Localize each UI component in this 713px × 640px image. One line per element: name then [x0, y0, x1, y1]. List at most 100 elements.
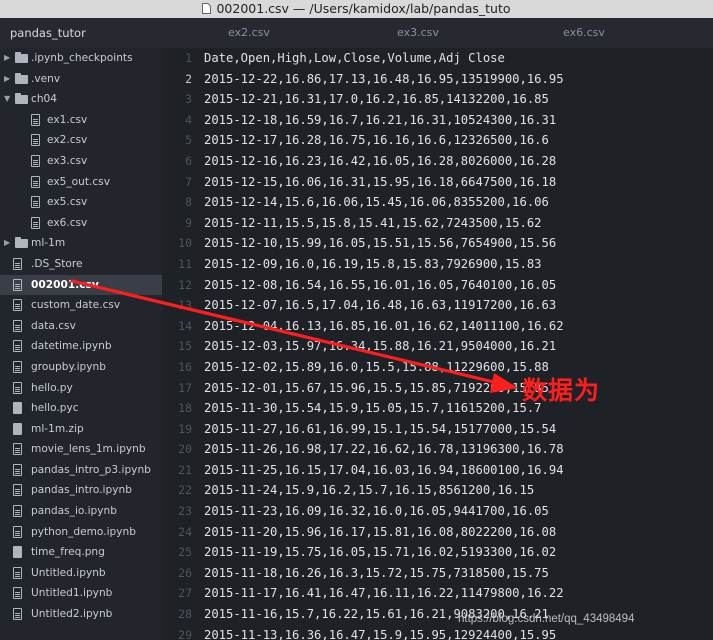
tab-ex6-csv[interactable]: ex6.csv	[563, 18, 605, 48]
sidebar-item-untitled-ipynb[interactable]: Untitled.ipynb	[0, 563, 162, 584]
code-line[interactable]: 2015-12-07,16.5,17.04,16.48,16.63,119172…	[204, 295, 564, 316]
sidebar-item-label: pandas_intro.ipynb	[31, 484, 132, 497]
sidebar-item-ex5-out-csv[interactable]: ex5_out.csv	[0, 172, 162, 193]
sidebar-item-pandas-intro-ipynb[interactable]: pandas_intro.ipynb	[0, 480, 162, 501]
sidebar-item-movie-lens-1m-ipynb[interactable]: movie_lens_1m.ipynb	[0, 439, 162, 460]
sidebar-item-ex2-csv[interactable]: ex2.csv	[0, 130, 162, 151]
file-icon	[13, 463, 22, 476]
code-line[interactable]: 2015-12-10,15.99,16.05,15.51,15.56,76549…	[204, 233, 564, 254]
code-line[interactable]: 2015-11-25,16.15,17.04,16.03,16.94,18600…	[204, 460, 564, 481]
sidebar-item-ex3-csv[interactable]: ex3.csv	[0, 151, 162, 172]
sidebar-item-pandas-intro-p3-ipynb[interactable]: pandas_intro_p3.ipynb	[0, 460, 162, 481]
folder-icon	[15, 72, 28, 84]
project-root-folder[interactable]: pandas_tutor	[0, 18, 162, 48]
code-line[interactable]: 2015-11-30,15.54,15.9,15.05,15.7,1161520…	[204, 398, 564, 419]
file-icon	[13, 299, 22, 312]
sidebar-item-untitled1-ipynb[interactable]: Untitled1.ipynb	[0, 583, 162, 604]
binary-file-icon	[13, 402, 22, 415]
line-number: 1	[185, 51, 192, 65]
sidebar-item-label: .DS_Store	[31, 257, 83, 270]
line-number: 8	[185, 195, 192, 210]
chevron-right-icon[interactable]: ▶	[4, 69, 10, 90]
sidebar-item-label: data.csv	[31, 319, 76, 332]
sidebar-item-label: ex1.csv	[47, 113, 88, 126]
line-number: 24	[178, 524, 192, 539]
file-tree: ▶ .ipynb_checkpoints ▶ .venv ▼ ch04 ex1.csv ex2…	[0, 48, 162, 625]
code-line[interactable]: 2015-12-16,16.23,16.42,16.05,16.28,80260…	[204, 151, 564, 172]
sidebar-item-label: .ipynb_checkpoints	[31, 52, 133, 64]
sidebar-item-ml-1m-zip[interactable]: ml-1m.zip	[0, 419, 162, 440]
code-line[interactable]: 2015-11-13,16.36,16.47,15.9,15.95,129244…	[204, 625, 564, 640]
sidebar-item-pandas-io-ipynb[interactable]: pandas_io.ipynb	[0, 501, 162, 522]
sidebar-item-label: ex2.csv	[47, 134, 88, 147]
line-number: 28	[178, 607, 192, 622]
sidebar-item-label: Untitled2.ipynb	[31, 608, 113, 621]
sidebar-item-untitled2-ipynb[interactable]: Untitled2.ipynb	[0, 604, 162, 625]
sidebar-item-ch04[interactable]: ▼ ch04	[0, 89, 162, 110]
code-line[interactable]: 2015-12-11,15.5,15.8,15.41,15.62,7243500…	[204, 213, 564, 234]
sidebar-item-ipynb-checkpoints[interactable]: ▶ .ipynb_checkpoints	[0, 48, 162, 69]
code-line[interactable]: 2015-12-14,15.6,16.06,15.45,16.06,835520…	[204, 192, 564, 213]
window-title: 002001.csv — /Users/kamidox/lab/pandas_t…	[216, 1, 511, 16]
chevron-right-icon[interactable]: ▶	[4, 48, 10, 69]
tab-ex2-csv[interactable]: ex2.csv	[228, 18, 270, 48]
chevron-right-icon[interactable]: ▶	[4, 233, 10, 254]
file-icon	[13, 278, 22, 291]
line-number: 23	[178, 504, 192, 519]
code-editor[interactable]: 1 2 3 4 5 6 7 8 9 10 11 12 13 14 15 16 17 18 19 20 21 22 23 24 2…	[162, 48, 713, 640]
file-icon	[13, 525, 22, 538]
line-number: 20	[178, 442, 192, 457]
code-line[interactable]: 2015-12-03,15.97,16.34,15.88,16.21,95040…	[204, 336, 564, 357]
code-line[interactable]: 2015-11-20,15.96,16.17,15.81,16.08,80222…	[204, 522, 564, 543]
file-icon	[13, 566, 22, 579]
sidebar-item-custom-date-csv[interactable]: custom_date.csv	[0, 295, 162, 316]
sidebar-item-hello-py[interactable]: hello.py	[0, 378, 162, 399]
editor-text[interactable]: Date,Open,High,Low,Close,Volume,Adj Clos…	[204, 48, 564, 640]
sidebar-item-ex5-csv[interactable]: ex5.csv	[0, 192, 162, 213]
sidebar-item-datetime-ipynb[interactable]: datetime.ipynb	[0, 336, 162, 357]
sidebar-item-002001-csv[interactable]: 002001.csv	[0, 274, 162, 296]
tab-ex3-csv[interactable]: ex3.csv	[397, 18, 439, 48]
file-icon	[13, 340, 22, 353]
line-number-gutter: 1 2 3 4 5 6 7 8 9 10 11 12 13 14 15 16 17 18 19 20 21 22 23 24 2…	[162, 48, 192, 640]
code-line[interactable]: 2015-11-27,16.61,16.99,15.1,15.54,151770…	[204, 419, 564, 440]
code-line[interactable]: 2015-11-19,15.75,16.05,15.71,16.02,51933…	[204, 542, 564, 563]
sidebar-item-label: ex6.csv	[47, 216, 88, 229]
sidebar-item-hello-pyc[interactable]: hello.pyc	[0, 398, 162, 419]
sidebar-item-data-csv[interactable]: data.csv	[0, 316, 162, 337]
line-number: 11	[178, 256, 192, 271]
tab-bar: ex2.csv ex3.csv ex6.csv	[162, 18, 713, 48]
code-line[interactable]: 2015-12-01,15.67,15.96,15.5,15.85,719220…	[204, 378, 564, 399]
code-line[interactable]: 2015-12-22,16.86,17.13,16.48,16.95,13519…	[204, 69, 564, 90]
sidebar-item-ex1-csv[interactable]: ex1.csv	[0, 110, 162, 131]
code-line[interactable]: 2015-12-18,16.59,16.7,16.21,16.31,105243…	[204, 110, 564, 131]
code-line[interactable]: 2015-11-23,16.09,16.32,16.0,16.05,944170…	[204, 501, 564, 522]
code-line[interactable]: 2015-12-17,16.28,16.75,16.16,16.6,123265…	[204, 130, 564, 151]
code-line[interactable]: 2015-12-02,15.89,16.0,15.5,15.88,1122960…	[204, 357, 564, 378]
code-line[interactable]: 2015-12-15,16.06,16.31,15.95,16.18,66475…	[204, 172, 564, 193]
file-icon	[13, 360, 22, 373]
code-line[interactable]: 2015-11-24,15.9,16.2,15.7,16.15,8561200,…	[204, 480, 564, 501]
line-number: 6	[185, 153, 192, 168]
sidebar-item-label: hello.py	[31, 381, 73, 394]
code-line[interactable]: 2015-12-09,16.0,16.19,15.8,15.83,7926900…	[204, 254, 564, 275]
sidebar-item-label: ex5_out.csv	[47, 175, 110, 188]
chevron-down-icon[interactable]: ▼	[4, 89, 10, 110]
line-number: 4	[185, 112, 192, 127]
file-icon	[13, 608, 22, 621]
code-line[interactable]: 2015-11-26,16.98,17.22,16.62,16.78,13196…	[204, 439, 564, 460]
code-line[interactable]: 2015-11-18,16.26,16.3,15.72,15.75,731850…	[204, 563, 564, 584]
code-line[interactable]: Date,Open,High,Low,Close,Volume,Adj Clos…	[204, 48, 564, 69]
sidebar-item-groupby-ipynb[interactable]: groupby.ipynb	[0, 357, 162, 378]
sidebar-item-python-demo-ipynb[interactable]: python_demo.ipynb	[0, 522, 162, 543]
sidebar-item-ml-1m[interactable]: ▶ ml-1m	[0, 233, 162, 254]
sidebar-item-ex6-csv[interactable]: ex6.csv	[0, 213, 162, 234]
code-line[interactable]: 2015-12-21,16.31,17.0,16.2,16.85,1413220…	[204, 89, 564, 110]
sidebar-item-venv[interactable]: ▶ .venv	[0, 69, 162, 90]
sidebar-item-ds-store[interactable]: .DS_Store	[0, 254, 162, 275]
line-number: 14	[178, 318, 192, 333]
code-line[interactable]: 2015-12-04,16.13,16.85,16.01,16.62,14011…	[204, 316, 564, 337]
sidebar-item-time-freq-png[interactable]: time_freq.png	[0, 542, 162, 563]
code-line[interactable]: 2015-11-17,16.41,16.47,16.11,16.22,11479…	[204, 583, 564, 604]
code-line[interactable]: 2015-12-08,16.54,16.55,16.01,16.05,76401…	[204, 275, 564, 296]
